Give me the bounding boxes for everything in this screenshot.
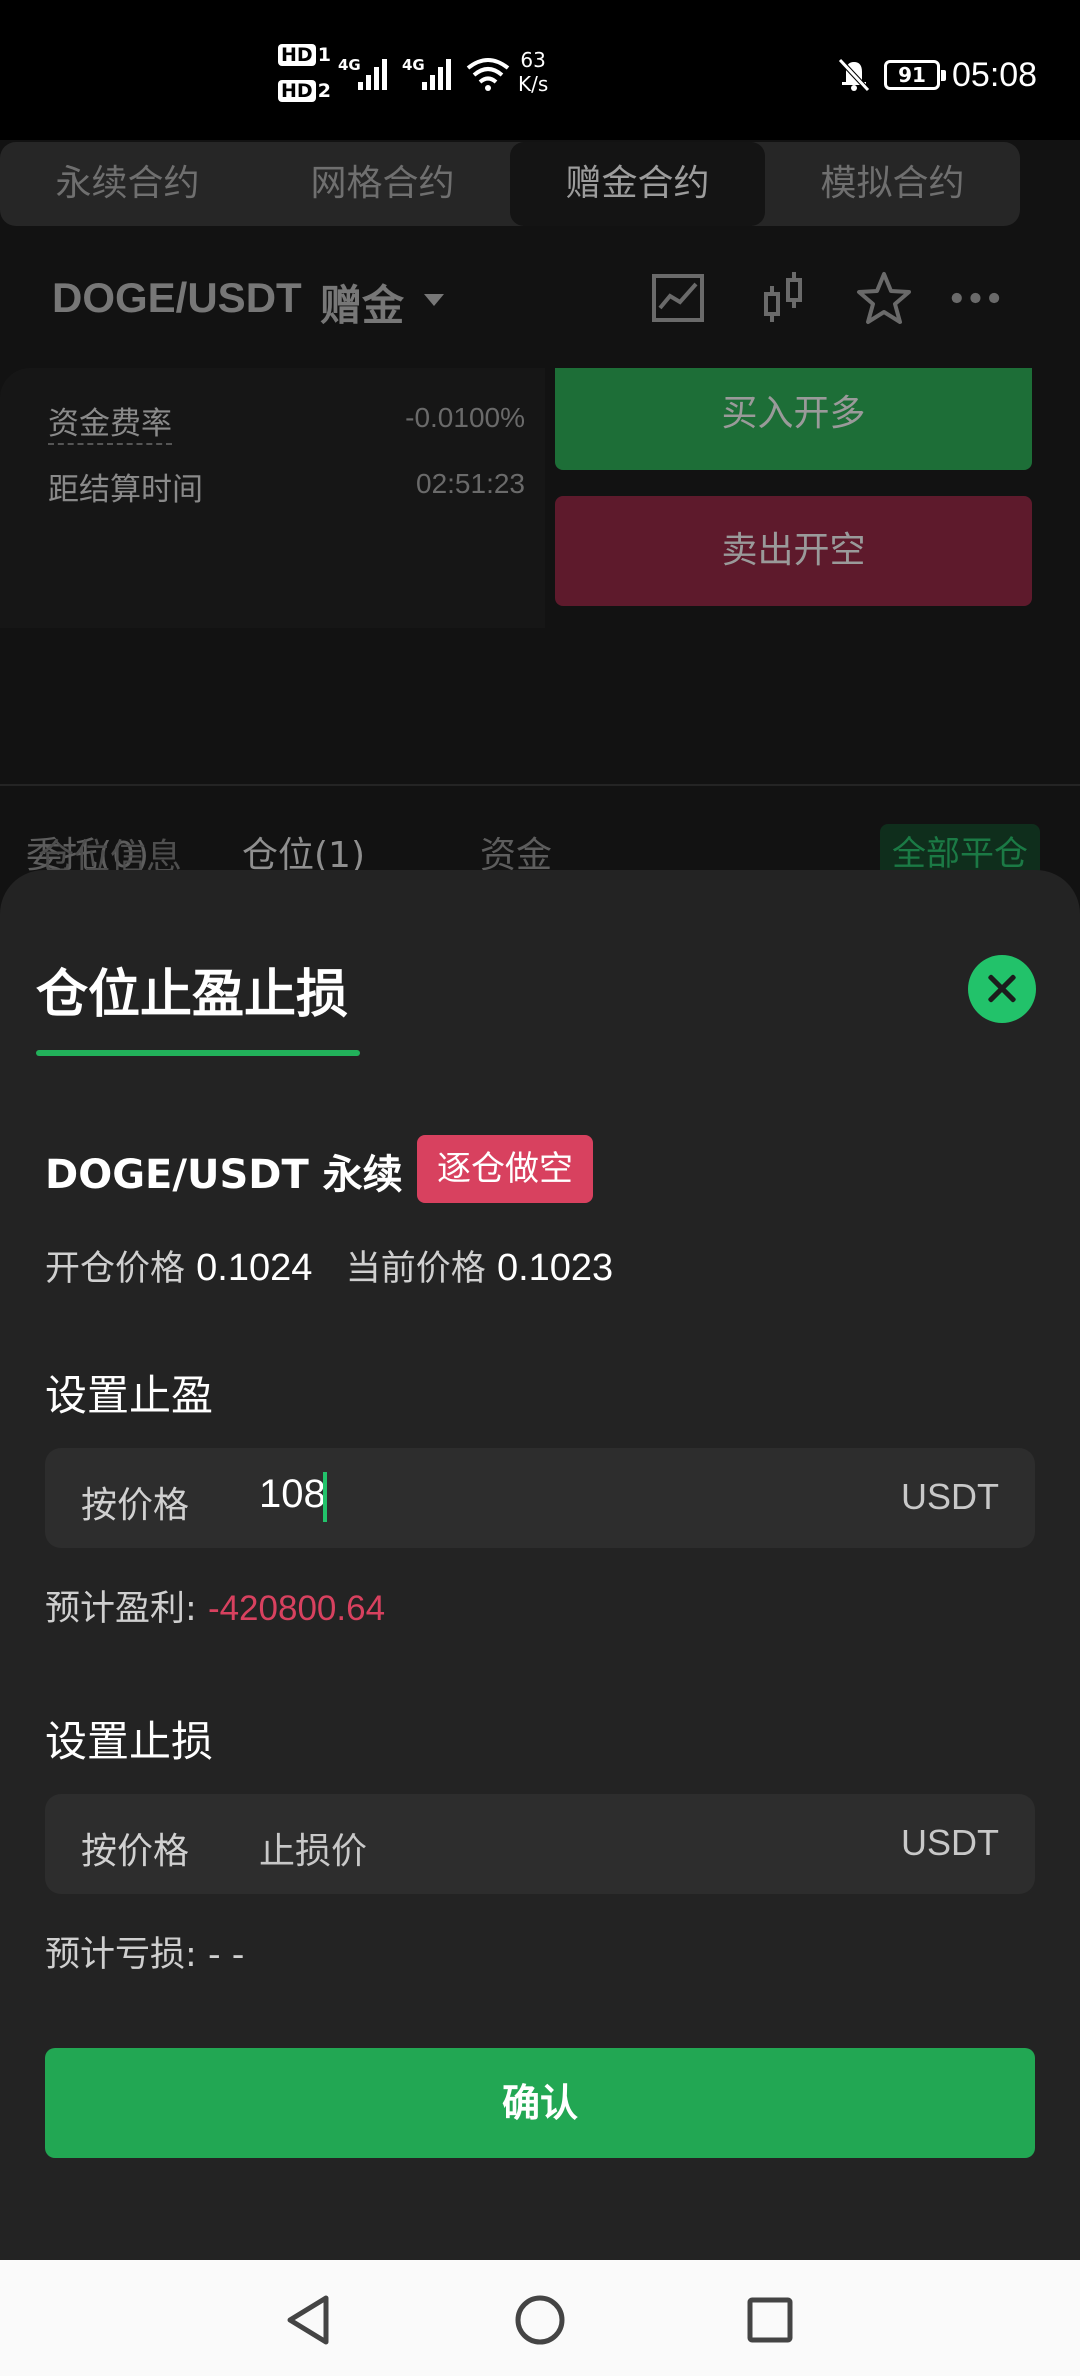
contract-tabs: 永续合约 网格合约 赠金合约 模拟合约 xyxy=(0,142,1020,226)
system-nav-bar xyxy=(0,2260,1080,2376)
recents-icon[interactable] xyxy=(740,2290,800,2350)
confirm-button[interactable]: 确认 xyxy=(45,2048,1035,2158)
take-profit-title: 设置止盈 xyxy=(45,1371,214,1420)
sheet-title: 仓位止盈止损 xyxy=(36,965,349,1025)
signal2-icon xyxy=(422,59,451,90)
text-cursor xyxy=(323,1472,327,1522)
funding-rate-value: -0.0100% xyxy=(405,402,525,433)
candlestick-icon[interactable] xyxy=(756,270,812,326)
stop-loss-title: 设置止损 xyxy=(45,1717,214,1766)
chevron-down-icon[interactable] xyxy=(424,294,444,306)
sl-unit: USDT xyxy=(901,1822,999,1863)
open-price-label: 开仓价格 xyxy=(45,1249,186,1289)
tab-demo[interactable]: 模拟合约 xyxy=(765,142,1020,226)
home-icon[interactable] xyxy=(510,2290,570,2350)
sl-mode-label[interactable]: 按价格 xyxy=(81,1822,189,1874)
star-icon[interactable] xyxy=(856,270,912,326)
hd2-indicator: HD 2 xyxy=(278,80,331,102)
estimated-profit: 预计盈利: -420800.64 xyxy=(45,1580,385,1631)
tp-price-value[interactable]: 108 xyxy=(259,1472,326,1517)
est-loss-label: 预计亏损: xyxy=(45,1935,197,1975)
tab-perpetual[interactable]: 永续合约 xyxy=(0,142,255,226)
est-profit-label: 预计盈利: xyxy=(45,1589,197,1629)
contract-name: DOGE/USDT 永续 xyxy=(45,1152,403,1198)
sl-price-placeholder[interactable]: 止损价 xyxy=(259,1822,367,1874)
current-price-value: 0.1023 xyxy=(496,1247,614,1289)
market-info-panel: 资金费率 -0.0100% 距结算时间 02:51:23 买入开多 卖出开空 xyxy=(0,368,1080,788)
title-underline xyxy=(36,1050,360,1056)
status-bar: HD 1 HD 2 4G 4G 63 K/s 91 05:08 xyxy=(0,0,1080,140)
tab-grid[interactable]: 网格合约 xyxy=(255,142,510,226)
buy-long-button[interactable]: 买入开多 xyxy=(555,368,1032,470)
est-loss-value: - - xyxy=(207,1935,245,1975)
sell-short-button[interactable]: 卖出开空 xyxy=(555,496,1032,606)
battery-indicator: 91 xyxy=(884,60,946,90)
pair-symbol[interactable]: DOGE/USDT xyxy=(52,274,302,322)
est-profit-value: -420800.64 xyxy=(207,1589,386,1628)
price-line: 开仓价格 0.1024 当前价格 0.1023 xyxy=(45,1240,613,1291)
take-profit-input[interactable]: 按价格 108 USDT xyxy=(45,1448,1035,1548)
tp-sl-sheet: 仓位止盈止损 DOGE/USDT 永续 逐仓做空 开仓价格 0.1024 当前价… xyxy=(0,870,1080,2260)
network-speed: 63 K/s xyxy=(518,48,549,96)
current-price-label: 当前价格 xyxy=(345,1249,486,1289)
stop-loss-input[interactable]: 按价格 止损价 USDT xyxy=(45,1794,1035,1894)
position-side-badge: 逐仓做空 xyxy=(417,1135,593,1203)
chart-line-icon[interactable] xyxy=(650,270,706,326)
funding-rate-label[interactable]: 资金费率 xyxy=(48,398,172,445)
settle-time-value: 02:51:23 xyxy=(416,468,525,499)
pair-header: DOGE/USDT 赠金 xyxy=(0,250,1080,340)
clock: 05:08 xyxy=(952,56,1038,94)
tp-mode-label[interactable]: 按价格 xyxy=(81,1476,189,1528)
signal1-icon xyxy=(358,59,387,90)
close-icon[interactable] xyxy=(968,955,1036,1023)
open-price-value: 0.1024 xyxy=(196,1247,313,1289)
settle-time-label: 距结算时间 xyxy=(48,472,203,508)
tab-bonus[interactable]: 赠金合约 xyxy=(510,142,765,226)
back-icon[interactable] xyxy=(280,2290,340,2350)
bell-muted-icon xyxy=(838,58,870,92)
more-icon[interactable] xyxy=(950,270,1006,326)
hd1-indicator: HD 1 xyxy=(278,44,331,66)
tp-unit: USDT xyxy=(901,1476,999,1517)
wifi-icon xyxy=(466,58,510,91)
estimated-loss: 预计亏损: - - xyxy=(45,1926,244,1977)
pair-mode[interactable]: 赠金 xyxy=(320,272,404,333)
